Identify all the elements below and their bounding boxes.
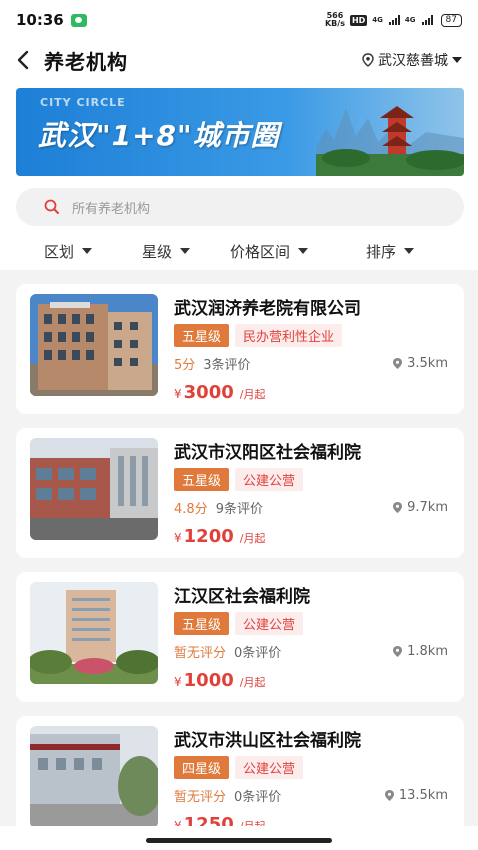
price-unit: /月起 <box>239 532 266 545</box>
ownership-tag: 公建公营 <box>235 612 304 635</box>
filter-price-label: 价格区间 <box>230 242 291 261</box>
signal-2-icon <box>421 15 433 25</box>
review-count: 0条评价 <box>234 646 282 661</box>
chevron-down-icon <box>404 248 415 254</box>
rating-score: 暂无评分 <box>174 790 227 805</box>
city-circle-banner[interactable]: CITY CIRCLE 武汉"1+8"城市圈 <box>16 88 464 176</box>
signal-1-icon <box>388 15 400 25</box>
chevron-down-icon <box>298 248 309 254</box>
distance: 3.5km <box>392 356 448 371</box>
rating-row: 暂无评分 0条评价 1.8km <box>174 642 448 661</box>
institution-name: 武汉市洪山区社会福利院 <box>174 731 361 751</box>
distance-value: 13.5km <box>398 788 448 803</box>
distance-value: 9.7km <box>407 500 448 515</box>
review-count: 3条评价 <box>203 358 251 373</box>
rating-score: 4.8分 <box>174 502 208 517</box>
distance: 9.7km <box>392 500 448 515</box>
chevron-down-icon <box>180 248 191 254</box>
rating-row: 4.8分 9条评价 9.7km <box>174 498 448 517</box>
location-label: 武汉慈善城 <box>378 53 448 69</box>
filter-star-label: 星级 <box>142 242 173 261</box>
institution-name: 武汉润济养老院有限公司 <box>174 299 361 319</box>
price: ¥ 3000 /月起 <box>174 382 265 403</box>
filter-sort-label: 排序 <box>366 242 397 261</box>
institution-card[interactable]: 武汉市汉阳区社会福利院 五星级 公建公营 4.8分 9条评价 9.7km ¥ 1… <box>16 428 464 558</box>
rating-row: 5分 3条评价 3.5km <box>174 354 448 373</box>
distance-value: 1.8km <box>407 644 448 659</box>
institution-photo <box>30 294 158 396</box>
network-speed: 566 KB/s <box>325 12 345 28</box>
wechat-notification-icon <box>70 13 87 27</box>
price-unit: /月起 <box>239 388 266 401</box>
location-pin-icon <box>393 502 403 513</box>
banner-title: 武汉"1+8"城市圈 <box>38 119 280 152</box>
status-indicators: 566 KB/s HD 4G 4G 87 <box>325 12 462 28</box>
tag-list: 五星级 公建公营 <box>174 468 304 491</box>
chevron-down-icon <box>82 248 93 254</box>
price-currency: ¥ <box>174 675 182 689</box>
battery-icon: 87 <box>440 13 462 27</box>
price-value: 3000 <box>183 382 234 403</box>
tag-list: 四星级 公建公营 <box>174 756 304 779</box>
location-pin-icon <box>362 53 374 67</box>
back-icon[interactable] <box>16 49 38 71</box>
distance: 13.5km <box>384 788 448 803</box>
signal-1-label: 4G <box>372 16 383 24</box>
review-count: 9条评价 <box>215 502 263 517</box>
signal-2-label: 4G <box>404 16 416 24</box>
home-indicator[interactable] <box>146 838 332 843</box>
filter-district[interactable]: 区划 <box>44 241 93 262</box>
chevron-down-icon <box>452 57 462 63</box>
filter-district-label: 区划 <box>44 242 75 261</box>
price: ¥ 1000 /月起 <box>174 670 265 691</box>
star-level-tag: 四星级 <box>174 756 230 779</box>
search-icon <box>44 199 59 214</box>
institution-photo <box>30 582 158 684</box>
location-pin-icon <box>393 358 403 369</box>
rating-score: 暂无评分 <box>174 646 227 661</box>
top-section: CITY CIRCLE 武汉"1+8"城市圈 所有养老机构 区划 星级 价格区间… <box>0 80 478 270</box>
search-placeholder: 所有养老机构 <box>72 201 151 217</box>
institution-card[interactable]: 江汉区社会福利院 五星级 公建公营 暂无评分 0条评价 1.8km ¥ 1000… <box>16 572 464 702</box>
filter-bar: 区划 星级 价格区间 排序 <box>0 232 478 270</box>
rating-row: 暂无评分 0条评价 13.5km <box>174 786 448 805</box>
location-selector[interactable]: 武汉慈善城 <box>362 50 462 70</box>
hd-icon: HD <box>349 14 368 26</box>
distance: 1.8km <box>392 644 448 659</box>
price-unit: /月起 <box>239 676 266 689</box>
network-speed-unit: KB/s <box>324 19 345 28</box>
distance-value: 3.5km <box>407 356 448 371</box>
ownership-tag: 公建公营 <box>235 756 304 779</box>
filter-star[interactable]: 星级 <box>142 241 191 262</box>
institution-name: 江汉区社会福利院 <box>174 587 310 607</box>
institution-name: 武汉市汉阳区社会福利院 <box>174 443 361 463</box>
star-level-tag: 五星级 <box>174 324 230 347</box>
review-count: 0条评价 <box>234 790 282 805</box>
rating-score: 5分 <box>174 358 196 373</box>
search-input[interactable]: 所有养老机构 <box>16 188 464 226</box>
status-bar: 10:36 566 KB/s HD 4G 4G 87 <box>0 0 478 40</box>
price-value: 1000 <box>183 670 234 691</box>
institution-card[interactable]: 武汉润济养老院有限公司 五星级 民办营利性企业 5分 3条评价 3.5km ¥ … <box>16 284 464 414</box>
institution-photo <box>30 438 158 540</box>
institution-photo <box>30 726 158 828</box>
tag-list: 五星级 公建公营 <box>174 612 304 635</box>
tag-list: 五星级 民办营利性企业 <box>174 324 343 347</box>
location-pin-icon <box>384 790 394 801</box>
price-currency: ¥ <box>174 387 182 401</box>
ownership-tag: 公建公营 <box>235 468 304 491</box>
price-currency: ¥ <box>174 531 182 545</box>
status-time: 10:36 <box>16 11 64 29</box>
star-level-tag: 五星级 <box>174 612 230 635</box>
location-pin-icon <box>393 646 403 657</box>
banner-subtitle: CITY CIRCLE <box>40 96 126 109</box>
filter-price[interactable]: 价格区间 <box>230 241 309 262</box>
page-title: 养老机构 <box>44 49 128 74</box>
star-level-tag: 五星级 <box>174 468 230 491</box>
price: ¥ 1200 /月起 <box>174 526 265 547</box>
ownership-tag: 民办营利性企业 <box>235 324 343 347</box>
app-header: 养老机构 武汉慈善城 <box>0 40 478 80</box>
price-value: 1200 <box>183 526 234 547</box>
filter-sort[interactable]: 排序 <box>366 241 415 262</box>
